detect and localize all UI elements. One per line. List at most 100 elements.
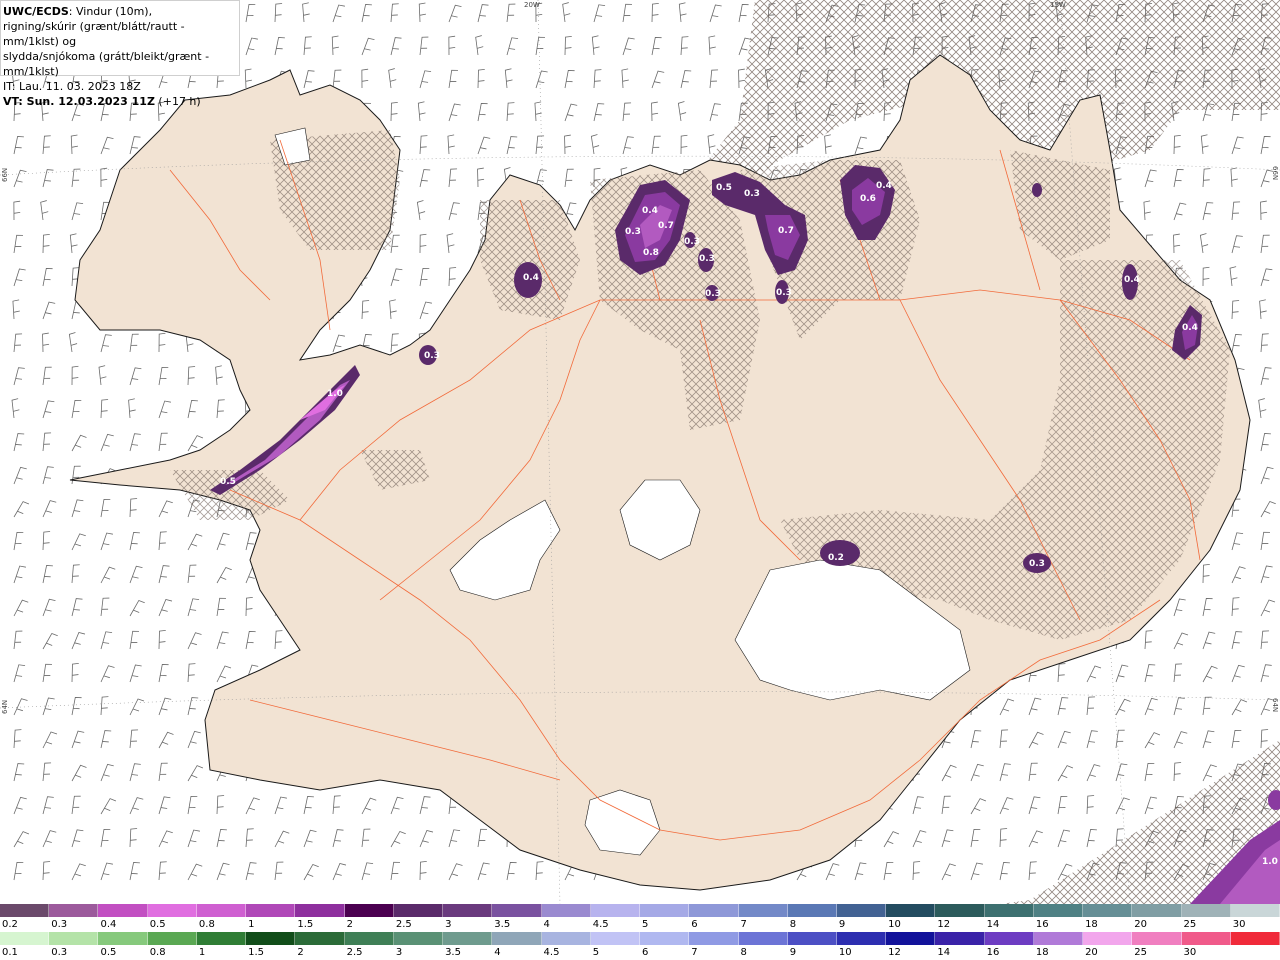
wind-barb <box>42 731 58 749</box>
legend-label: 6 <box>691 919 698 930</box>
wind-barb <box>1115 763 1128 782</box>
wind-barb <box>1144 762 1155 782</box>
wind-barb <box>1260 234 1270 254</box>
wind-barb <box>274 630 283 650</box>
legend-swatch <box>935 904 985 917</box>
legend-label: 18 <box>1085 919 1098 930</box>
legend-label: 3.5 <box>494 919 511 930</box>
wind-barb <box>187 795 198 815</box>
wind-barb <box>100 532 113 551</box>
wind-barb <box>245 797 260 815</box>
wind-barb <box>448 829 461 848</box>
wind-barb <box>100 862 113 881</box>
wind-barb <box>1086 696 1096 716</box>
wind-barb <box>1086 795 1095 815</box>
legend-swatch <box>49 932 99 945</box>
legend-snow: 0.2 0.3 0.4 0.5 0.8 1 1.5 2 2.5 3 3.5 4 4.5 5 6 7 8 9 10 12… <box>0 904 1280 932</box>
wind-barb <box>477 828 487 848</box>
info-line-3: slydda/snjókoma (grátt/bleikt/grænt - mm… <box>3 50 210 78</box>
wind-barb <box>506 37 519 56</box>
wind-barb <box>1231 300 1240 320</box>
wind-barb <box>129 862 140 881</box>
wind-barb <box>42 598 56 617</box>
wind-barb <box>100 136 114 155</box>
legend-label: 0.1 <box>2 947 18 958</box>
legend-label: 8 <box>789 919 797 930</box>
legend-label: 5 <box>592 947 600 958</box>
legend-swatch <box>590 932 641 945</box>
legend-label: 10 <box>838 947 852 958</box>
legend-swatch <box>935 932 985 945</box>
wind-barb <box>477 167 485 188</box>
wind-barb <box>562 2 571 23</box>
legend-swatch <box>393 932 444 945</box>
wind-barb <box>1260 268 1273 287</box>
wind-barb <box>361 300 370 320</box>
wind-barb <box>100 798 117 815</box>
wind-barb <box>418 2 427 23</box>
legend-label: 0.3 <box>51 919 68 930</box>
wind-barb <box>1231 699 1248 716</box>
legend-label: 3.5 <box>445 947 461 958</box>
legend-swatch <box>49 904 99 917</box>
wind-barb <box>1202 563 1210 584</box>
wind-barb <box>1057 795 1068 815</box>
legend-swatch <box>196 904 247 917</box>
wind-barb <box>128 398 136 419</box>
wind-barb <box>100 696 109 716</box>
legend-swatch <box>295 932 345 945</box>
wind-barb <box>1202 665 1218 683</box>
legend-label: 4 <box>494 947 501 958</box>
wind-barb <box>390 37 402 56</box>
legend-label: 20 <box>1085 947 1098 958</box>
precip-label: 0.4 <box>1124 275 1140 285</box>
legend-label: 3 <box>445 919 452 930</box>
wind-barb <box>1202 764 1217 782</box>
wind-barb <box>709 69 719 89</box>
wind-barb <box>100 167 108 188</box>
wind-barb <box>100 763 114 782</box>
wind-barb <box>999 828 1008 848</box>
wind-barb <box>303 70 315 89</box>
legend-swatch <box>836 904 887 917</box>
wind-barb <box>621 68 629 89</box>
legend-label: 0.2 <box>2 919 18 930</box>
wind-barb <box>303 796 314 815</box>
wind-barb <box>564 103 578 122</box>
wind-barb <box>1028 731 1044 749</box>
wind-barb <box>680 70 692 89</box>
wind-barb <box>677 101 687 122</box>
wind-barb <box>71 730 85 749</box>
model-name: UWC/ECDS <box>3 5 69 18</box>
wind-barb <box>158 400 171 419</box>
legend-label: 2 <box>297 947 304 958</box>
wind-barb <box>100 828 111 848</box>
wind-barb <box>13 466 27 485</box>
wind-barb <box>215 365 223 386</box>
wind-barb <box>883 861 894 881</box>
wind-barb <box>1202 168 1211 188</box>
legend-label: 0.8 <box>149 947 166 958</box>
legend-swatch <box>886 932 936 945</box>
legend-label: 16 <box>1035 919 1049 930</box>
precip-label: 0.3 <box>699 254 715 264</box>
legend-label: 1.5 <box>248 947 265 958</box>
precip-label: 0.4 <box>1182 323 1198 333</box>
wind-barb <box>216 399 225 419</box>
wind-barb <box>13 268 26 287</box>
wind-barb <box>71 168 81 188</box>
wind-barb <box>361 797 377 815</box>
wind-barb <box>42 366 52 386</box>
map-info-box: UWC/ECDS: Vindur (10m), rigning/skúrir (… <box>0 0 240 108</box>
wind-barb <box>13 565 26 584</box>
wind-barb <box>71 365 79 386</box>
wind-barb <box>1231 566 1246 584</box>
wind-barb <box>42 400 55 419</box>
wind-barb <box>622 136 634 155</box>
legend-label: 12 <box>937 919 951 930</box>
wind-barb <box>42 565 53 584</box>
wind-barb <box>42 233 50 254</box>
precip-label: 0.7 <box>778 226 794 236</box>
wind-barb <box>1231 201 1241 221</box>
legend-label: 16 <box>986 947 1000 958</box>
